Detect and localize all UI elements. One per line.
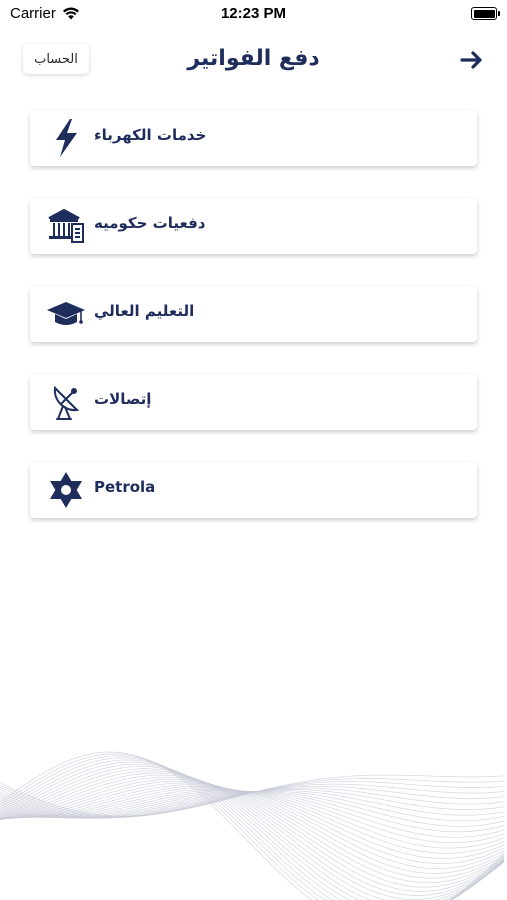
wave-line [0, 784, 505, 869]
service-label: التعليم العالي [94, 302, 195, 320]
wave-line [0, 757, 505, 900]
petrola-star-icon [46, 468, 86, 512]
page-title: دفع الفواتير [187, 46, 320, 71]
satellite-dish-icon [46, 380, 86, 424]
service-label: خدمات الكهرباء [94, 126, 207, 144]
service-item-telecom[interactable]: إتصالات [30, 374, 477, 430]
service-item-petrola[interactable]: Petrola [30, 462, 477, 518]
navigation-bar: الحساب دفع الفواتير [0, 38, 507, 82]
wave-line [0, 782, 505, 874]
clock: 12:23 PM [220, 5, 287, 22]
service-label: دفعيات حكوميه [94, 214, 206, 232]
wave-line [0, 791, 505, 833]
battery-icon [471, 7, 500, 20]
service-label: Petrola [94, 478, 156, 496]
wave-decoration [0, 751, 505, 900]
service-item-higher-education[interactable]: التعليم العالي [30, 286, 477, 342]
graduation-cap-icon [46, 292, 86, 336]
back-arrow-icon[interactable] [459, 48, 485, 72]
government-building-icon [46, 204, 86, 248]
service-item-government[interactable]: دفعيات حكوميه [30, 198, 477, 254]
service-item-electricity[interactable]: خدمات الكهرباء [30, 110, 477, 166]
services-list: خدمات الكهرباء دفعيات حكوميه التعليم الع… [30, 110, 477, 550]
status-bar: Carrier 12:23 PM [0, 0, 507, 28]
service-label: إتصالات [94, 390, 152, 408]
wave-line [0, 763, 505, 900]
wave-line [0, 766, 505, 900]
lightning-icon [46, 116, 86, 160]
